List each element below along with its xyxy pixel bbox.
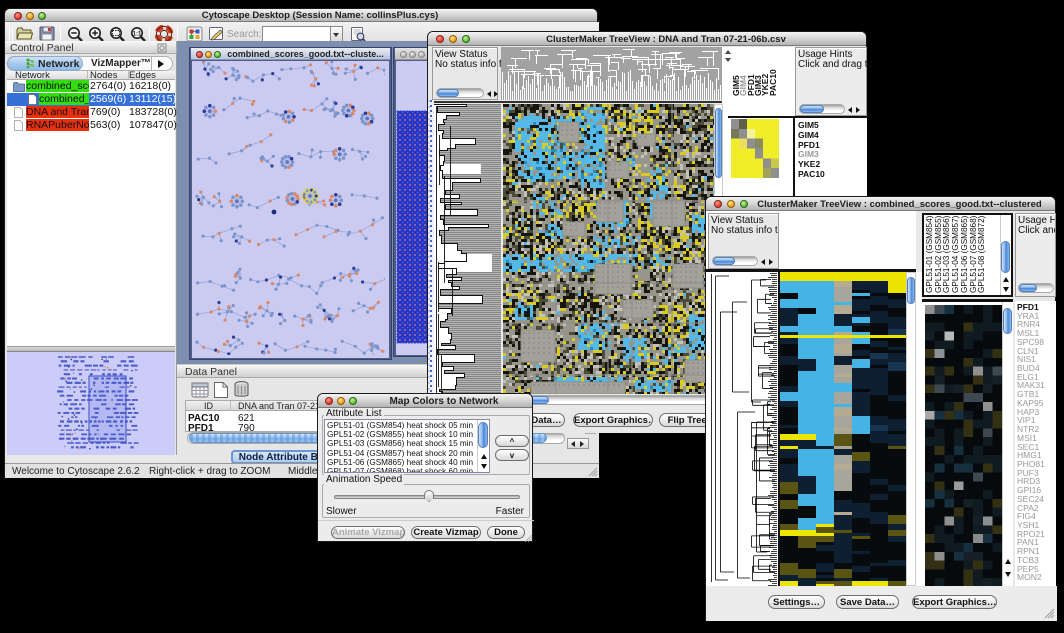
svg-text:1:1: 1:1 <box>133 32 142 38</box>
